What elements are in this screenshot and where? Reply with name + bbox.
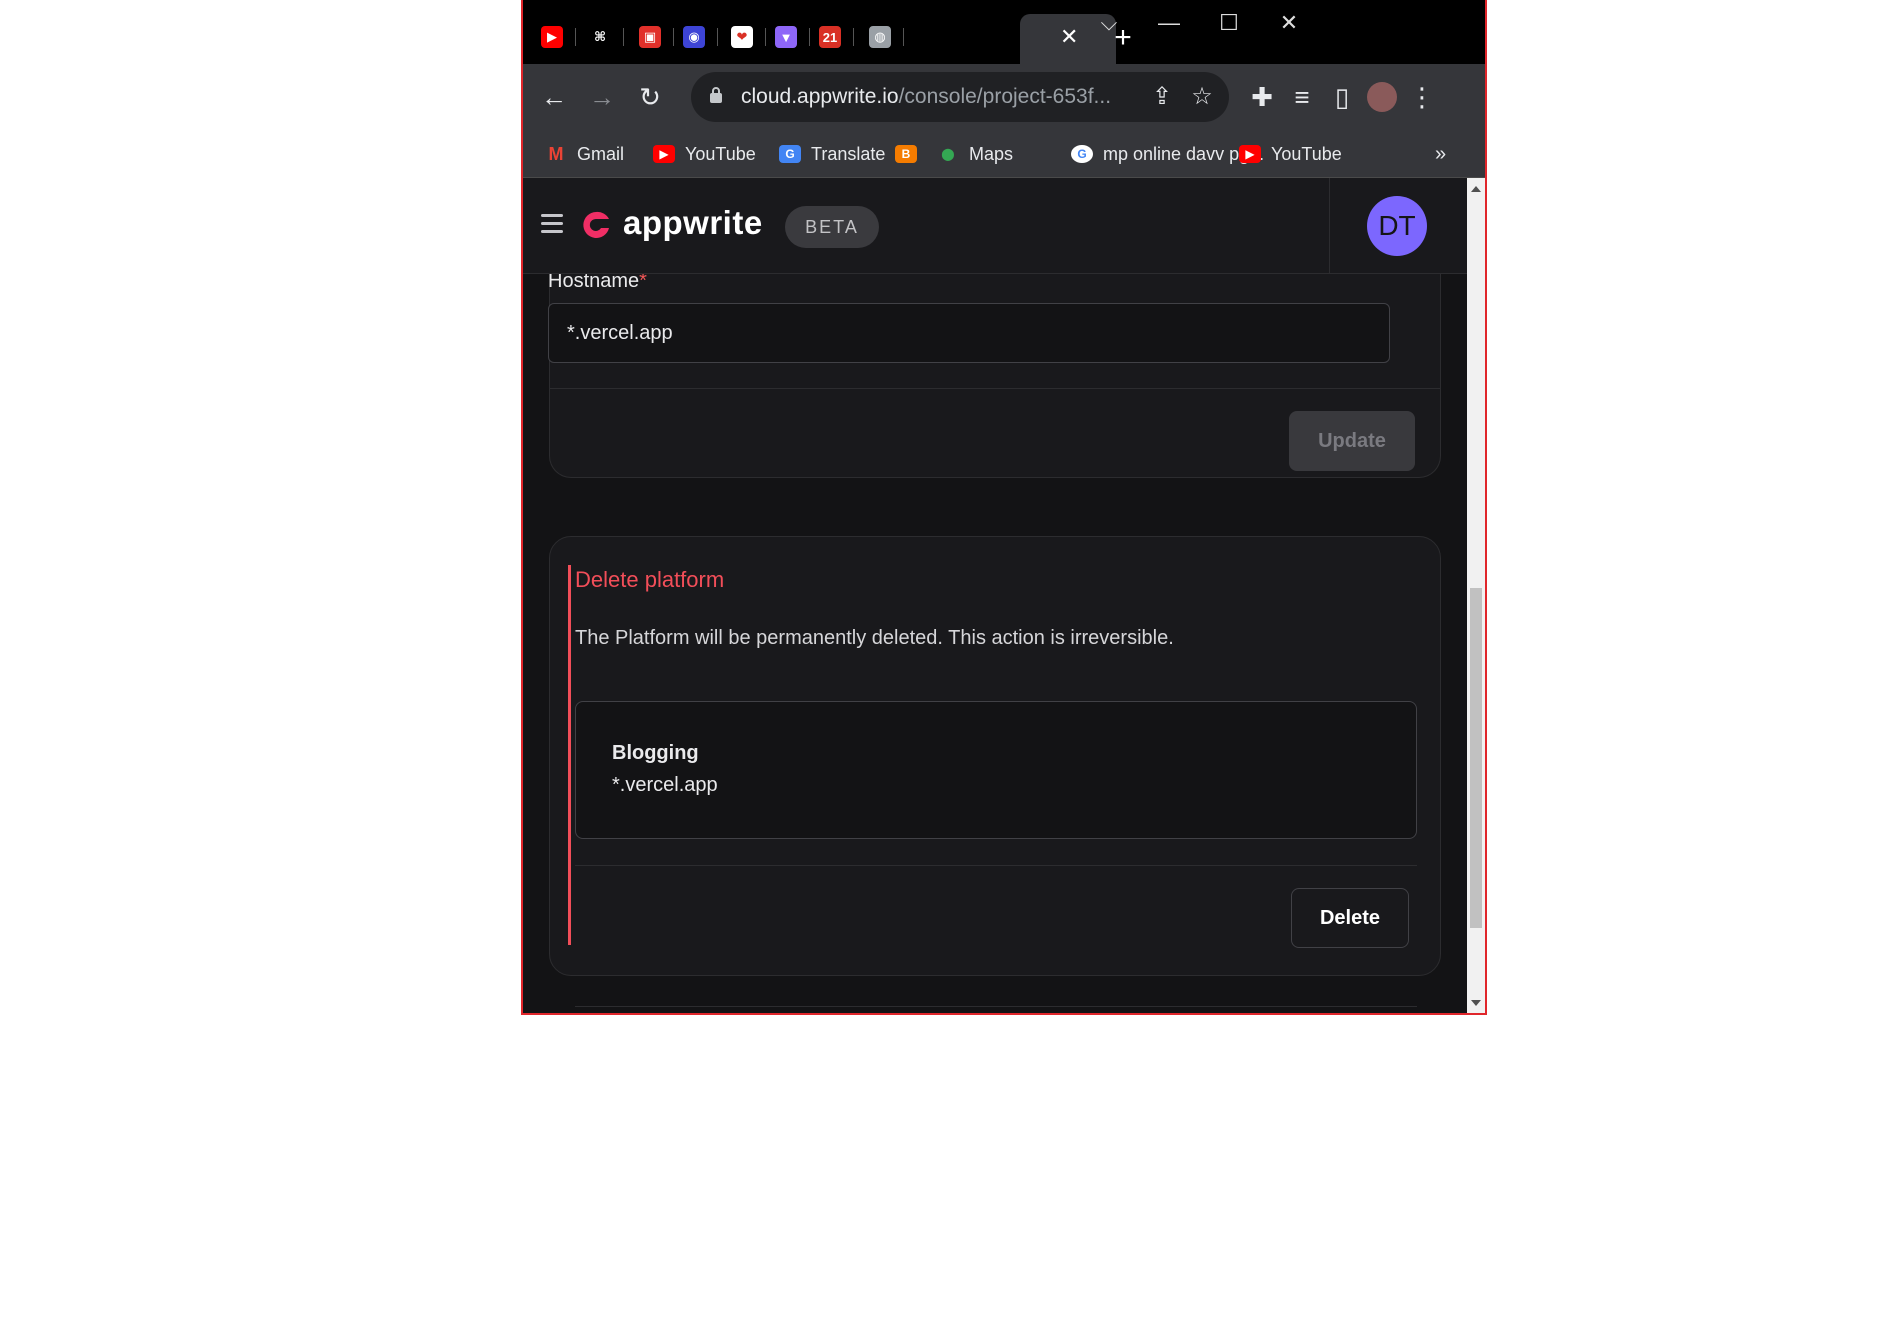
hostname-input[interactable]: *.vercel.app (548, 303, 1390, 363)
address-bar[interactable]: cloud.appwrite.io/console/project-653f..… (691, 72, 1229, 122)
vite-icon: ▼ (775, 26, 797, 48)
github-icon: ⌘ (589, 26, 611, 48)
url-path: /console/project-653f... (898, 85, 1112, 108)
browser-tab[interactable]: ◍ (869, 20, 904, 54)
bookmark-item[interactable]: ▶ YouTube (1239, 142, 1342, 166)
google-icon: G (1071, 145, 1093, 163)
tab-separator (575, 28, 576, 46)
vertical-scrollbar[interactable] (1467, 178, 1485, 1013)
chat-icon: ❤ (731, 26, 753, 48)
beta-badge: BETA (785, 206, 879, 248)
tab-separator (903, 28, 904, 46)
tab-separator (717, 28, 718, 46)
bookmarks-overflow-button[interactable]: » (1435, 142, 1446, 166)
tab-search-icon[interactable]: ⌵ (1089, 8, 1129, 38)
browser-tab[interactable]: ▣ (639, 20, 674, 54)
platform-name: Blogging (612, 742, 699, 764)
close-window-button[interactable]: ✕ (1269, 8, 1309, 38)
hamburger-menu-icon[interactable] (541, 214, 563, 234)
reload-icon[interactable]: ↻ (633, 80, 667, 114)
tab-separator (623, 28, 624, 46)
minimize-button[interactable]: — (1149, 8, 1189, 38)
maximize-button[interactable]: ☐ (1209, 8, 1249, 38)
bookmark-label: YouTube (685, 143, 756, 164)
browser-tab[interactable]: ◉ (683, 20, 718, 54)
url-host: cloud.appwrite.io (741, 85, 899, 108)
avatar-icon: ◉ (683, 26, 705, 48)
translate-icon: G (779, 145, 801, 163)
platform-summary-box: Blogging *.vercel.app (575, 701, 1417, 839)
bookmark-label: YouTube (1271, 143, 1342, 164)
close-tab-icon[interactable]: ✕ (1060, 26, 1078, 48)
delete-platform-description: The Platform will be permanently deleted… (575, 627, 1174, 649)
card-divider (549, 388, 1441, 389)
tab-separator (673, 28, 674, 46)
youtube-icon: ▶ (1239, 145, 1261, 163)
media-control-icon[interactable]: ≡ (1285, 80, 1319, 114)
bookmark-item[interactable]: G Translate (779, 142, 885, 166)
calendar-icon: 21 (819, 26, 841, 48)
card-divider (575, 865, 1417, 866)
url-text: cloud.appwrite.io/console/project-653f..… (741, 85, 1111, 109)
browser-tab[interactable]: 21 (819, 20, 854, 54)
platform-hostname: *.vercel.app (612, 774, 718, 796)
lock-icon (710, 87, 722, 103)
globe-icon: ◍ (869, 26, 891, 48)
appwrite-logo-icon[interactable] (579, 208, 613, 242)
side-panel-icon[interactable]: ▯ (1325, 80, 1359, 114)
browser-tab[interactable]: ▼ (775, 20, 810, 54)
tab-separator (853, 28, 854, 46)
delete-platform-card: Delete platform The Platform will be per… (549, 536, 1441, 976)
scroll-down-arrow-icon[interactable] (1471, 1000, 1481, 1006)
bookmark-item[interactable]: ⬤ Maps (937, 142, 1013, 166)
danger-accent-bar (568, 565, 571, 945)
scroll-up-arrow-icon[interactable] (1471, 186, 1481, 192)
youtube-icon: ▣ (639, 26, 661, 48)
tab-separator (765, 28, 766, 46)
youtube-icon: ▶ (653, 145, 675, 163)
browser-tab[interactable]: ⌘ (589, 20, 624, 54)
browser-tab[interactable]: ▶ (541, 20, 576, 54)
youtube-icon: ▶ (541, 26, 563, 48)
browser-toolbar: ← → ↻ cloud.appwrite.io/console/project-… (523, 64, 1485, 130)
page-viewport: Hostname* *.vercel.app Update Delete pla… (523, 178, 1467, 1013)
brand-name[interactable]: appwrite (623, 204, 763, 242)
browser-tab[interactable]: ❤ (731, 20, 766, 54)
delete-platform-title: Delete platform (575, 567, 725, 592)
menu-kebab-icon[interactable]: ⋮ (1405, 80, 1439, 114)
profile-avatar-icon[interactable] (1365, 80, 1399, 114)
extensions-icon[interactable]: ✚ (1245, 80, 1279, 114)
blogger-icon: B (895, 145, 917, 163)
scrollbar-thumb[interactable] (1470, 588, 1482, 928)
bookmark-item[interactable]: M Gmail (545, 142, 625, 166)
browser-window: ▶ ⌘ ▣ ◉ ❤ ▼ 21 ◍ ✕ + ⌵ — ☐ ✕ ← → ↻ cloud.appwri… (521, 0, 1487, 1015)
bookmark-star-icon[interactable]: ☆ (1187, 82, 1217, 112)
bookmark-item[interactable]: Gmp online davv pg... (1071, 142, 1264, 166)
app-header: appwrite BETA DT (523, 178, 1467, 274)
bookmark-label: Gmail (577, 143, 625, 164)
bookmark-label: Maps (969, 143, 1014, 164)
update-button[interactable]: Update (1289, 411, 1415, 471)
tab-strip: ▶ ⌘ ▣ ◉ ❤ ▼ 21 ◍ ✕ + ⌵ — ☐ ✕ (523, 0, 1485, 64)
header-divider (1329, 178, 1330, 274)
share-icon[interactable]: ⇪ (1147, 82, 1177, 112)
back-icon[interactable]: ← (537, 80, 571, 114)
bookmarks-bar: M Gmail ▶ YouTube G Translate B ⬤ Maps Gmp online… (523, 130, 1485, 178)
bookmark-label: Translate (811, 143, 886, 164)
delete-button[interactable]: Delete (1291, 888, 1409, 948)
section-divider (575, 1006, 1417, 1007)
gmail-icon: M (548, 143, 564, 164)
maps-icon: ⬤ (941, 147, 955, 161)
tab-separator (809, 28, 810, 46)
bookmark-item[interactable]: ▶ YouTube (653, 142, 756, 166)
bookmark-item[interactable]: B (895, 142, 917, 166)
user-avatar[interactable]: DT (1367, 196, 1427, 256)
forward-icon[interactable]: → (585, 80, 619, 114)
